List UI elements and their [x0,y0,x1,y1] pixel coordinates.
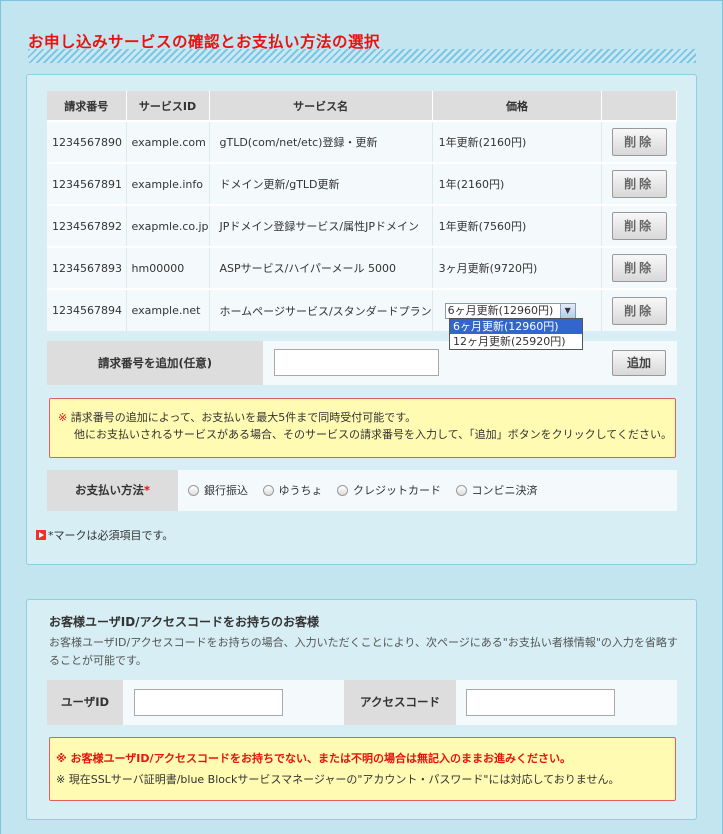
service-name: JPドメイン登録サービス/属性JPドメイン [209,204,433,247]
user-id-input[interactable] [134,689,283,716]
add-request-input[interactable] [274,349,439,376]
request-no: 1234567891 [47,162,127,205]
option-label: 銀行振込 [204,484,248,497]
access-code-input[interactable] [466,689,615,716]
action-cell: 削除 [601,246,677,289]
price: 1年(2160円) [432,162,603,205]
service-name: gTLD(com/net/etc)登録・更新 [209,120,433,163]
title-underline-stripe [28,49,696,63]
price: 1年更新(7560円) [432,204,603,247]
header-service-id: サービスID [126,91,210,121]
access-code-label: アクセスコード [344,680,456,725]
payment-label-text: お支払い方法 [74,483,144,497]
header-service-name: サービス名 [209,91,433,121]
price: 3ヶ月更新(9720円) [432,246,603,289]
action-cell: 削除 [601,162,677,205]
payment-option-credit-card[interactable]: クレジットカード [337,470,441,511]
service-name: ホームページサービス/スタンダードプラン [209,288,433,331]
action-cell: 削除 [601,120,677,163]
account-note-line-1: ※ お客様ユーザID/アクセスコードをお持ちでない、または不明の場合は無記入のま… [56,752,571,765]
delete-button[interactable]: 削除 [611,296,667,325]
price-dropdown-list: 6ヶ月更新(12960円) 12ヶ月更新(25920円) [449,318,583,350]
price-select[interactable]: 6ヶ月更新(12960円) ▼ [444,302,576,319]
table-row: 1234567890 example.com gTLD(com/net/etc)… [47,120,677,163]
price-select-value: 6ヶ月更新(12960円) [447,303,554,317]
table-header-row: 請求番号 サービスID サービス名 価格 [47,91,677,121]
delete-button[interactable]: 削除 [611,128,667,156]
table-row: 1234567891 example.info ドメイン更新/gTLD更新 1年… [47,162,677,205]
payment-option-convenience-store[interactable]: コンビニ決済 [455,470,538,511]
credentials-row: ユーザID アクセスコード [47,680,677,725]
table-row: 1234567893 hm00000 ASPサービス/ハイパーメール 5000 … [47,246,677,289]
radio-button[interactable] [188,485,199,496]
dropdown-option-selected[interactable]: 6ヶ月更新(12960円) [450,319,582,334]
service-table: 請求番号 サービスID サービス名 価格 1234567890 example.… [47,91,677,331]
account-description: お客様ユーザID/アクセスコードをお持ちの場合、入力いただくことにより、次ページ… [49,636,678,667]
service-name: ASPサービス/ハイパーメール 5000 [209,246,433,289]
payment-options: 銀行振込 ゆうちょ クレジットカード コンビニ決済 [188,470,549,511]
account-note: ※ お客様ユーザID/アクセスコードをお持ちでない、または不明の場合は無記入のま… [49,737,676,801]
payment-option-bank[interactable]: 銀行振込 [188,470,248,511]
service-id: example.info [126,162,210,205]
service-id: exapmle.co.jp [126,204,210,247]
account-note-line-2: ※ 現在SSLサーバ証明書/blue Blockサービスマネージャーの"アカウン… [56,773,620,786]
request-no: 1234567894 [47,288,127,331]
chevron-down-icon[interactable]: ▼ [559,303,575,318]
add-request-label: 請求番号を追加(任意) [47,341,263,385]
header-request-no: 請求番号 [47,91,127,121]
required-note-text: *マークは必須項目です。 [48,529,174,542]
payment-option-yucho[interactable]: ゆうちょ [262,470,323,511]
account-panel: お客様ユーザID/アクセスコードをお持ちのお客様 お客様ユーザID/アクセスコー… [26,599,697,820]
account-heading: お客様ユーザID/アクセスコードをお持ちのお客様 [49,615,319,629]
price: 1年更新(2160円) [432,120,603,163]
add-button[interactable]: 追加 [612,350,666,376]
service-id: hm00000 [126,246,210,289]
payment-method-label: お支払い方法* [47,470,178,511]
delete-button[interactable]: 削除 [611,170,667,198]
radio-button[interactable] [455,485,467,496]
dropdown-option[interactable]: 12ヶ月更新(25920円) [450,334,582,349]
service-confirmation-panel: 請求番号 サービスID サービス名 価格 1234567890 example.… [26,74,697,565]
service-id: example.net [126,288,210,331]
user-id-label: ユーザID [47,680,123,725]
table-row: 1234567892 exapmle.co.jp JPドメイン登録サービス/属性… [47,204,677,247]
service-name: ドメイン更新/gTLD更新 [209,162,433,205]
header-actions [601,91,677,121]
note-line: ※ 請求番号の追加によって、お支払いを最大5件まで同時受付可能です。 [58,409,675,426]
request-no: 1234567893 [47,246,127,289]
radio-button[interactable] [262,485,274,496]
header-price: 価格 [432,91,603,121]
delete-button[interactable]: 削除 [611,212,667,240]
action-cell: 削除 [601,288,677,331]
payment-method-row: お支払い方法* 銀行振込 ゆうちょ クレジットカード コンビニ決済 [47,470,677,511]
option-label: クレジットカード [353,484,441,497]
service-id: example.com [126,120,210,163]
note-line-2: 他にお支払いされるサービスがある場合、そのサービスの請求番号を入力して、「追加」… [74,428,672,441]
delete-button[interactable]: 削除 [611,254,667,282]
action-cell: 削除 [601,204,677,247]
required-mark: * [143,483,150,497]
option-label: ゆうちょ [278,484,323,497]
option-label: コンビニ決済 [471,484,538,497]
arrow-marker-icon [36,530,46,540]
request-no: 1234567890 [47,120,127,163]
radio-button[interactable] [337,485,348,496]
required-note: *マークは必須項目です。 [36,527,173,543]
add-request-note: ※ 請求番号の追加によって、お支払いを最大5件まで同時受付可能です。 他にお支払… [49,398,676,458]
note-mark: ※ [58,411,68,424]
request-no: 1234567892 [47,204,127,247]
note-line-1: 請求番号の追加によって、お支払いを最大5件まで同時受付可能です。 [70,411,417,424]
